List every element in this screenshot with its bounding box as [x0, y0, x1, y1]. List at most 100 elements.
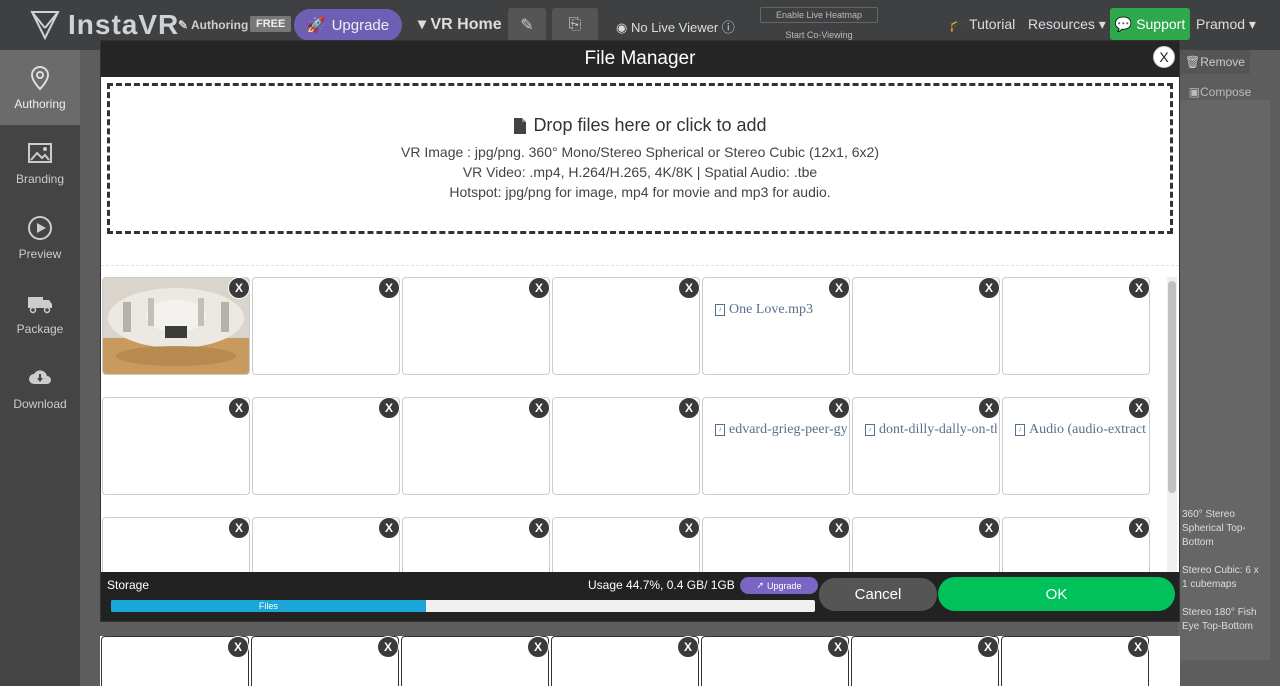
project-title: VR Home [430, 16, 502, 33]
delete-file-button[interactable]: X [528, 277, 550, 299]
delete-file-button[interactable]: X [1128, 517, 1150, 539]
delete-file-button[interactable]: X [1128, 277, 1150, 299]
file-tile[interactable]: X [402, 397, 550, 495]
file-tile[interactable]: X [552, 397, 700, 495]
file-tile[interactable]: X [401, 636, 549, 686]
file-tile[interactable]: X [252, 277, 400, 375]
file-tile[interactable]: X [701, 636, 849, 686]
storage-upgrade-button[interactable]: ➚ Upgrade [740, 577, 818, 594]
ok-button[interactable]: OK [938, 577, 1175, 611]
sidebar-item-authoring[interactable]: Authoring [0, 50, 80, 125]
scrollbar-thumb[interactable] [1168, 281, 1176, 493]
caret-down-icon: ▾ [1094, 16, 1106, 32]
file-tile[interactable]: X [552, 277, 700, 375]
audio-file-tile[interactable]: ♪ dont-dilly-dally-on-the X [852, 397, 1000, 495]
delete-file-button[interactable]: X [828, 517, 850, 539]
file-tile[interactable]: X [852, 277, 1000, 375]
sidebar-item-package[interactable]: Package [0, 275, 80, 350]
file-tile[interactable]: X [402, 277, 550, 375]
sidebar-item-download[interactable]: Download [0, 350, 80, 425]
user-menu[interactable]: Pramod ▾ [1196, 16, 1256, 33]
file-name-text: dont-dilly-dally-on-the [879, 422, 997, 437]
delete-file-button[interactable]: X [1128, 397, 1150, 419]
instavr-logo[interactable]: InstaVR [28, 8, 179, 42]
file-tile[interactable]: X [252, 397, 400, 495]
audio-file-tile[interactable]: ♪ Audio (audio-extract X [1002, 397, 1150, 495]
delete-file-button[interactable]: X [978, 277, 1000, 299]
file-tile[interactable]: X [1002, 277, 1150, 375]
instavr-logo-icon [30, 11, 60, 41]
file-tile[interactable]: X [402, 517, 550, 573]
delete-file-button[interactable]: X [828, 277, 850, 299]
logo-text: InstaVR [68, 9, 180, 40]
file-tile[interactable]: X [252, 517, 400, 573]
file-tile[interactable]: X [851, 636, 999, 686]
cancel-button[interactable]: Cancel [819, 578, 937, 611]
delete-file-button[interactable]: X [227, 636, 249, 658]
delete-file-button[interactable]: X [828, 397, 850, 419]
stereo-cubic-option[interactable]: Stereo Cubic: 6 x 1 cubemaps [1182, 564, 1262, 592]
close-button[interactable]: X [1153, 46, 1175, 68]
modal-header: File Manager X [101, 41, 1179, 77]
image-file-tile[interactable]: X [102, 277, 250, 375]
file-tile[interactable]: X [102, 397, 250, 495]
delete-file-button[interactable]: X [527, 636, 549, 658]
vr-video-formats: VR Video: .mp4, H.264/H.265, 4K/8K | Spa… [462, 164, 818, 180]
sidebar-item-branding[interactable]: Branding [0, 125, 80, 200]
file-tile[interactable]: X [102, 517, 250, 573]
add-scene-button[interactable]: ⎘ [552, 8, 598, 42]
live-viewer-status[interactable]: ◉ No Live Viewer ⓘ [616, 17, 735, 36]
edit-project-button[interactable]: ✎ [508, 8, 546, 42]
file-tile[interactable]: X [1002, 517, 1150, 573]
delete-file-button[interactable]: X [678, 517, 700, 539]
delete-file-button[interactable]: X [378, 397, 400, 419]
file-manager-modal: File Manager X Drop files here or click … [100, 40, 1180, 622]
add-file-icon: ⎘ [568, 16, 582, 33]
delete-file-button[interactable]: X [678, 397, 700, 419]
project-selector[interactable]: ▾ VR Home [418, 14, 502, 34]
delete-file-button[interactable]: X [228, 277, 250, 299]
sidebar-item-preview[interactable]: Preview [0, 200, 80, 275]
file-name-text: edvard-grieg-peer-gynt [729, 422, 847, 437]
delete-file-button[interactable]: X [678, 277, 700, 299]
file-drop-zone[interactable]: Drop files here or click to add VR Image… [107, 83, 1173, 234]
upgrade-label: Upgrade [331, 16, 390, 34]
upgrade-button[interactable]: 🚀 Upgrade [294, 9, 402, 41]
delete-file-button[interactable]: X [1127, 636, 1149, 658]
delete-file-button[interactable]: X [677, 636, 699, 658]
delete-file-button[interactable]: X [228, 517, 250, 539]
delete-file-button[interactable]: X [528, 517, 550, 539]
file-tile[interactable]: X [702, 517, 850, 573]
audio-file-icon: ♪ [715, 304, 725, 316]
tutorial-link[interactable]: 🎓 Tutorial [948, 16, 1015, 33]
delete-file-button[interactable]: X [978, 517, 1000, 539]
file-tile[interactable]: X [251, 636, 399, 686]
modal-footer: Storage Usage 44.7%, 0.4 GB/ 1GB ➚ Upgrad… [101, 572, 1179, 621]
delete-file-button[interactable]: X [378, 277, 400, 299]
remove-button[interactable]: 🗑 Remove [1180, 50, 1250, 74]
audio-file-tile[interactable]: ♪ edvard-grieg-peer-gynt X [702, 397, 850, 495]
delete-file-button[interactable]: X [977, 636, 999, 658]
stereo-top-bottom-option[interactable]: 360° Stereo Spherical Top-Bottom [1182, 508, 1252, 550]
map-pin-icon [30, 65, 50, 90]
delete-file-button[interactable]: X [827, 636, 849, 658]
support-button[interactable]: 💬 Support [1110, 8, 1190, 40]
file-grid-scrollbar[interactable] [1167, 277, 1177, 573]
file-tile[interactable]: X [1001, 636, 1149, 686]
resources-menu[interactable]: Resources ▾ [1028, 16, 1106, 33]
stereo-180-option[interactable]: Stereo 180° Fish Eye Top-Bottom [1182, 606, 1262, 634]
file-tile[interactable]: X [551, 636, 699, 686]
file-tile[interactable]: X [101, 636, 249, 686]
tutorial-label: Tutorial [969, 16, 1016, 32]
file-tile[interactable]: X [552, 517, 700, 573]
caret-down-icon: ▾ [418, 16, 431, 33]
enable-live-heatmap-button[interactable]: Enable Live Heatmap [760, 7, 878, 23]
remove-label: Remove [1200, 55, 1245, 69]
delete-file-button[interactable]: X [228, 397, 250, 419]
file-tile[interactable]: X [852, 517, 1000, 573]
delete-file-button[interactable]: X [378, 517, 400, 539]
delete-file-button[interactable]: X [528, 397, 550, 419]
delete-file-button[interactable]: X [978, 397, 1000, 419]
audio-file-tile[interactable]: ♪ One Love.mp3 X [702, 277, 850, 375]
delete-file-button[interactable]: X [377, 636, 399, 658]
